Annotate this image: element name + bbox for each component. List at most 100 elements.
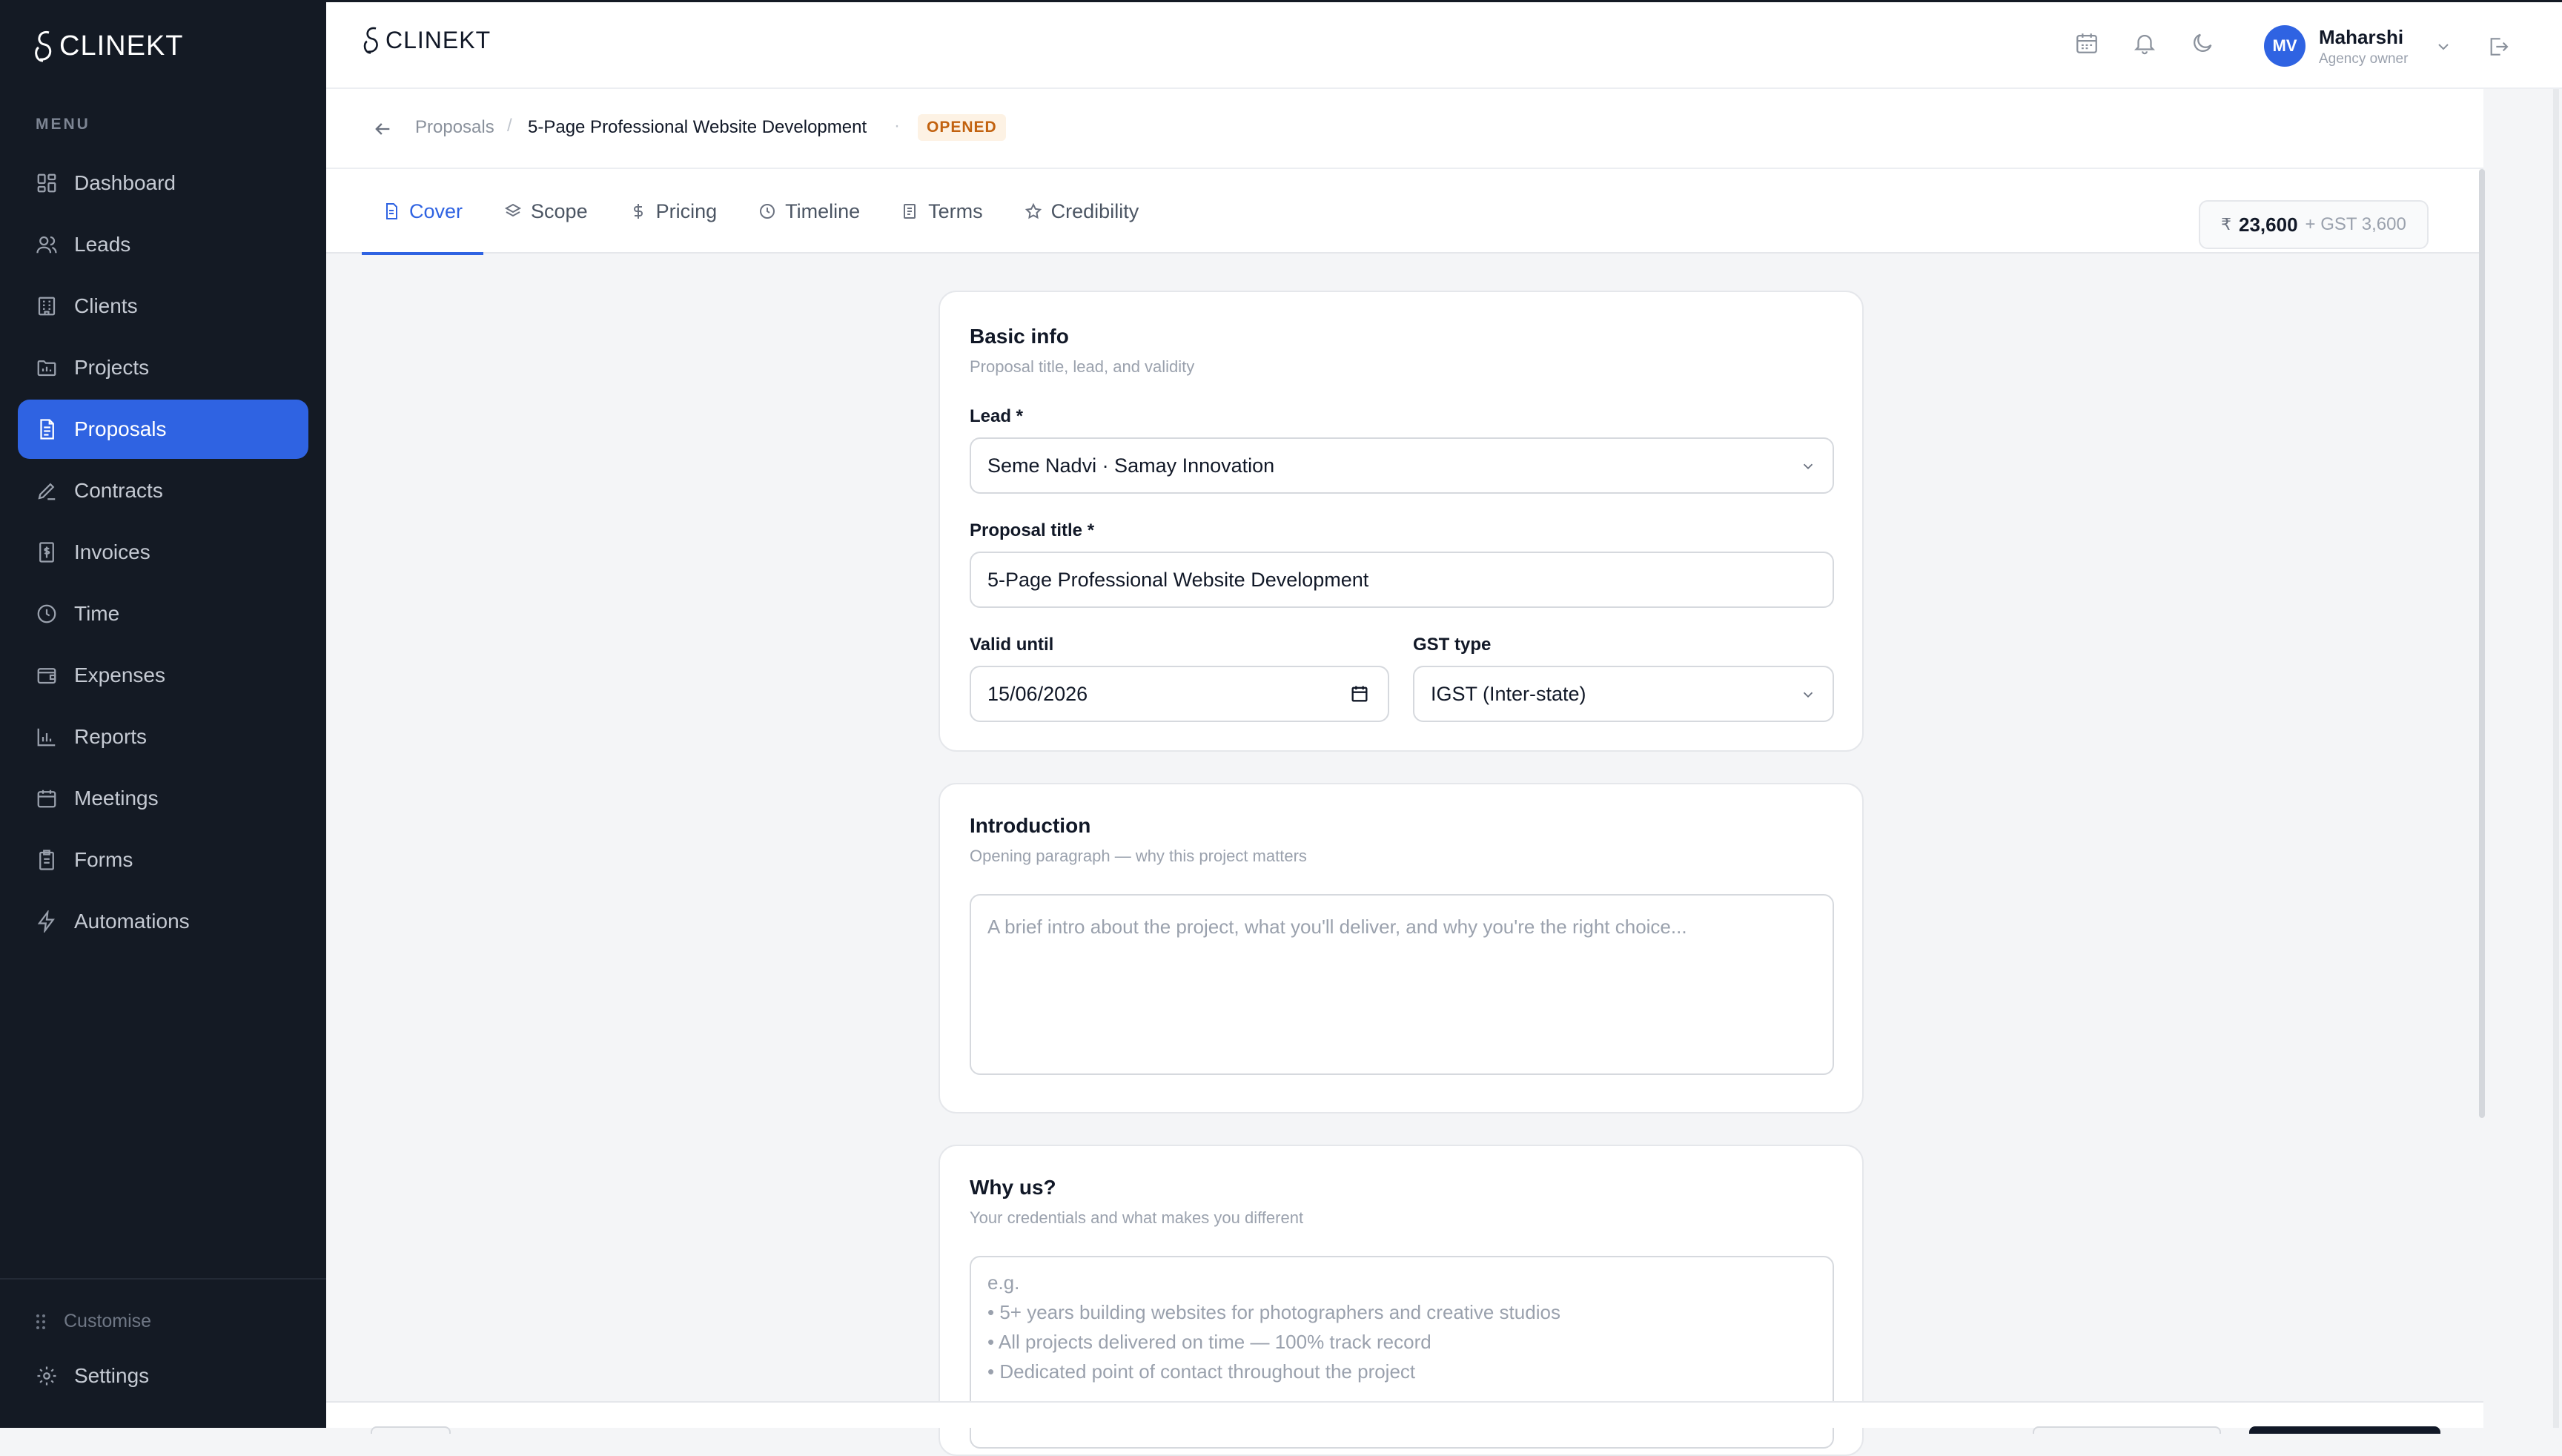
sidebar-item-forms[interactable]: Forms [18, 830, 308, 890]
sidebar-item-clients[interactable]: Clients [18, 277, 308, 336]
introduction-card: Introduction Opening paragraph — why thi… [939, 783, 1864, 1113]
logout-icon[interactable] [2486, 35, 2510, 59]
status-badge: OPENED [918, 114, 1006, 141]
sidebar: CLINEKT MENU Dashboard Leads Clients Pro… [0, 0, 326, 1428]
app-logo[interactable]: CLINEKT [33, 25, 183, 67]
tab-label: Pricing [655, 199, 718, 222]
settings-label: Settings [74, 1364, 150, 1387]
document-icon [904, 204, 916, 219]
sidebar-item-label: Leads [74, 233, 131, 256]
topbar-actions [2074, 30, 2215, 56]
proposal-title-value: 5-Page Professional Website Development [987, 568, 1369, 591]
sidebar-item-label: Invoices [74, 540, 150, 563]
clipboard-icon [39, 850, 54, 870]
total-amount: 23,600 [2239, 213, 2298, 236]
topbar: CLINEKT MV Maharshi Agency owner [326, 0, 2562, 89]
tab-credibility[interactable]: Credibility [1004, 169, 1160, 254]
bell-icon[interactable] [2132, 30, 2157, 56]
card-title: Why us? [970, 1176, 1056, 1199]
sidebar-item-meetings[interactable]: Meetings [18, 769, 308, 828]
tab-label: Credibility [1050, 199, 1139, 222]
layers-icon [504, 203, 522, 217]
sidebar-divider [0, 1278, 326, 1280]
grid-icon [37, 173, 56, 193]
breadcrumb-current: 5-Page Professional Website Development [528, 117, 867, 137]
sidebar-item-dashboard[interactable]: Dashboard [18, 153, 308, 213]
lead-value: Seme Nadvi · Samay Innovation [987, 454, 1275, 477]
content-scrollbar[interactable] [2479, 169, 2485, 1118]
calendar-icon [37, 790, 56, 808]
valid-until-date-input[interactable]: 15/06/2026 [970, 666, 1389, 722]
settings-button[interactable]: Settings [36, 1364, 149, 1388]
sidebar-item-projects[interactable]: Projects [18, 338, 308, 397]
calendar-icon[interactable] [1349, 684, 1370, 704]
logo-icon [35, 30, 52, 62]
sidebar-item-label: Meetings [74, 787, 159, 810]
tab-terms[interactable]: Terms [881, 169, 1004, 254]
sidebar-item-time[interactable]: Time [18, 584, 308, 643]
customise-button[interactable]: Customise [36, 1311, 151, 1332]
sidebar-item-expenses[interactable]: Expenses [18, 646, 308, 705]
customise-label: Customise [64, 1311, 152, 1331]
user-role: Agency owner [2319, 51, 2409, 67]
sidebar-item-label: Dashboard [74, 171, 176, 194]
breadcrumb-parent[interactable]: Proposals [415, 117, 494, 138]
proposal-title-input[interactable]: 5-Page Professional Website Development [970, 552, 1834, 608]
lead-label: Lead * [970, 406, 1024, 426]
chevron-down-icon[interactable] [2434, 38, 2452, 56]
proposal-title-label: Proposal title * [970, 520, 1095, 540]
menu-label: MENU [36, 116, 90, 133]
sidebar-item-invoices[interactable]: Invoices [18, 523, 308, 582]
right-gutter [2483, 89, 2562, 1428]
logo-text: CLINEKT [59, 30, 184, 62]
proposal-total: ₹ 23,600 + GST 3,600 [2199, 200, 2429, 249]
sidebar-item-label: Expenses [74, 664, 165, 686]
breadcrumb-dot: · [894, 116, 900, 136]
user-name[interactable]: Maharshi [2319, 26, 2403, 49]
sidebar-item-automations[interactable]: Automations [18, 892, 308, 951]
gst-type-select[interactable]: IGST (Inter-state) [1413, 666, 1834, 722]
sidebar-item-label: Automations [74, 910, 190, 933]
logo-icon [363, 27, 378, 54]
tab-label: Cover [409, 199, 463, 222]
tab-scope[interactable]: Scope [483, 169, 609, 254]
sidebar-item-label: Projects [74, 356, 150, 379]
sidebar-item-label: Proposals [74, 417, 167, 440]
sidebar-item-leads[interactable]: Leads [18, 215, 308, 274]
card-subtitle: Proposal title, lead, and validity [970, 357, 1195, 376]
sidebar-item-label: Time [74, 602, 120, 625]
sidebar-item-reports[interactable]: Reports [18, 707, 308, 767]
tab-label: Scope [531, 199, 588, 222]
moon-icon[interactable] [2190, 30, 2215, 56]
breadcrumb-separator: / [507, 116, 512, 136]
currency-symbol: ₹ [2221, 215, 2231, 234]
gst-type-value: IGST (Inter-state) [1431, 682, 1586, 705]
tab-bar: Cover Scope Pricing Timeline Terms Credi… [326, 169, 2483, 255]
receipt-icon [39, 542, 54, 563]
sidebar-item-label: Reports [74, 725, 148, 748]
card-title: Basic info [970, 325, 1069, 348]
page-scrollbar[interactable] [2553, 89, 2559, 1428]
calendar-icon[interactable] [2074, 30, 2099, 56]
avatar[interactable]: MV [2264, 25, 2306, 67]
topbar-logo[interactable]: CLINEKT [362, 24, 491, 56]
tab-label: Terms [928, 199, 983, 222]
lead-select[interactable]: Seme Nadvi · Samay Innovation [970, 437, 1834, 494]
sidebar-item-contracts[interactable]: Contracts [18, 461, 308, 520]
introduction-textarea[interactable]: A brief intro about the project, what yo… [970, 894, 1834, 1075]
tab-cover[interactable]: Cover [362, 169, 484, 255]
gst-type-label: GST type [1413, 635, 1492, 655]
sidebar-item-label: Clients [74, 294, 138, 317]
sidebar-item-proposals[interactable]: Proposals [18, 400, 308, 459]
arrow-left-icon[interactable] [372, 119, 393, 139]
bottom-action-bar [326, 1401, 2483, 1434]
valid-until-label: Valid until [970, 635, 1054, 655]
sidebar-item-label: Contracts [74, 479, 163, 502]
users-icon [36, 236, 57, 254]
tab-timeline[interactable]: Timeline [738, 169, 881, 254]
lightning-icon [37, 910, 55, 933]
valid-until-value: 15/06/2026 [987, 682, 1088, 705]
file-text-icon [40, 419, 54, 440]
bar-chart-icon [37, 728, 56, 747]
tab-pricing[interactable]: Pricing [609, 169, 738, 254]
